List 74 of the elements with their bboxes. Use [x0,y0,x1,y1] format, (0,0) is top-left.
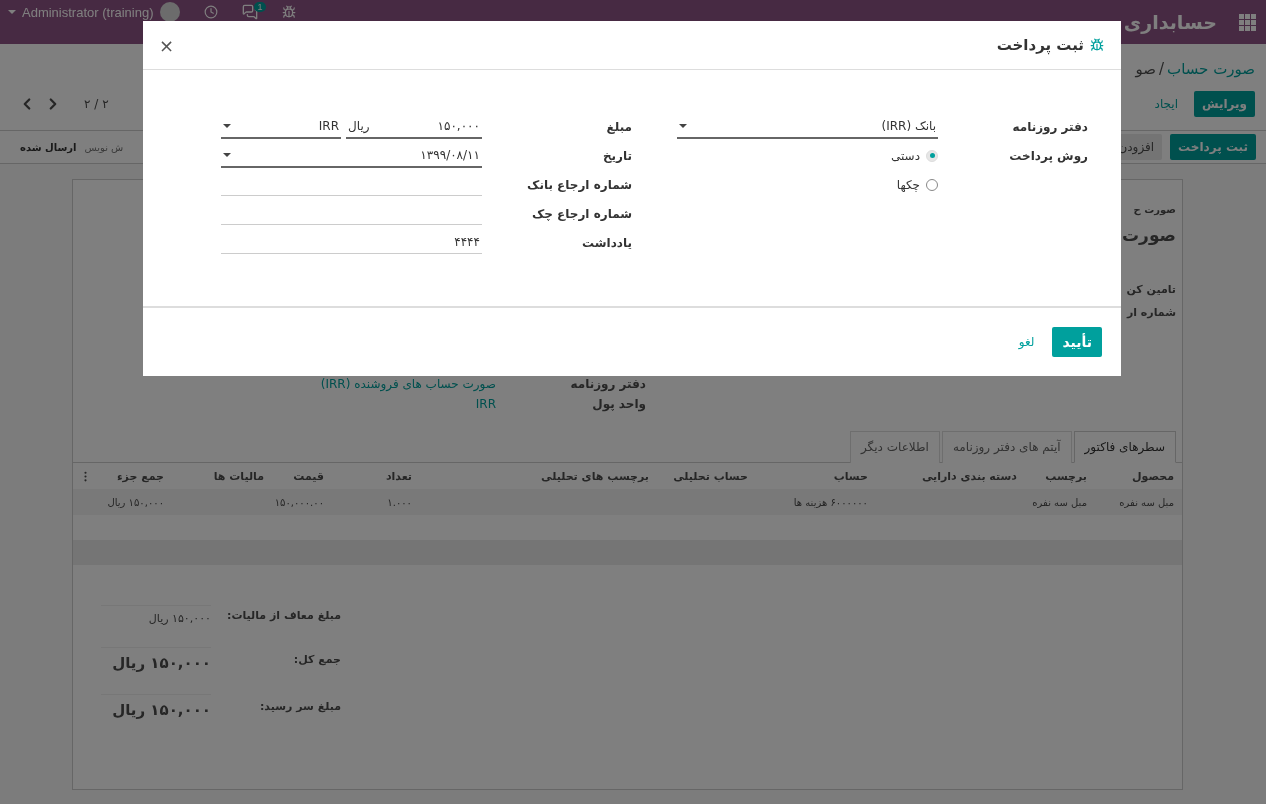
total-value: ۱۵۰,۰۰۰ ریال [101,647,211,672]
field-label: تاریخ [601,148,632,163]
table-cell-text: ۶۰۰۰۰۰۰ هزینه ها [792,496,869,508]
table-cell-text: ۱.۰۰۰ [386,496,413,508]
status-stage[interactable]: ش نویس [84,141,124,153]
column-header[interactable]: برچسب [1025,469,1095,483]
field-label: دفتر روزنامه [1011,119,1088,134]
apps-grid-icon[interactable] [1239,13,1256,31]
table-cell-text: ۱۵۰,۰۰۰ ریال [106,496,165,508]
table-cell-text: مبل سه نفره [1118,496,1175,508]
total-value: ۱۵۰,۰۰۰ ریال [101,605,211,625]
caret-icon [223,152,231,157]
column-header[interactable]: مالیات ها [172,469,272,483]
field-label: دفتر روزنامه [569,377,646,391]
column-header[interactable]: دسته بندی دارایی [876,469,1025,483]
cancel-button[interactable]: لغو [1010,329,1043,355]
total-label: جمع کل: [292,653,341,666]
breadcrumb-item[interactable]: صورت حساب [1167,60,1255,78]
edit-button[interactable]: ویرایش [1194,91,1255,117]
bug-icon[interactable] [1090,38,1104,52]
user-avatar[interactable] [159,2,180,22]
record-title: صورت [1122,225,1176,245]
radio-button[interactable] [926,178,938,191]
breadcrumb-item: صو [1135,60,1156,78]
column-header[interactable]: حساب تحلیلی [657,469,756,483]
create-button[interactable]: ایجاد [1146,91,1186,117]
total-label: مبلغ سر رسید: [258,700,341,713]
column-header[interactable]: حساب [756,469,876,483]
notebook-tab[interactable]: اطلاعات دیگر [850,431,940,463]
column-header[interactable]: محصول [1095,469,1182,483]
message-count: 1 [254,2,266,12]
notebook-tab[interactable]: سطرهای فاکتور [1073,431,1176,463]
field-label: شماره ارجاع بانک [526,177,632,192]
column-header[interactable]: برچسب های تحلیلی [420,469,657,483]
caret-icon [8,10,16,14]
app-brand[interactable]: حسابداری [1123,11,1217,33]
field-label: واحد پول [591,397,646,411]
confirm-button[interactable]: تأیید [1052,327,1102,357]
field-link[interactable]: IRR [316,397,496,411]
total-label: مبلغ معاف از مالیات: [226,608,341,622]
field-label: روش پرداخت [1008,148,1088,163]
bug-icon[interactable] [281,5,296,19]
field-label: شماره ارجاع چک [531,206,632,221]
field-label: مبلغ [605,119,632,134]
currency-select[interactable]: IRR [221,114,341,139]
date-field[interactable]: ۱۳۹۹/۰۸/۱۱ [221,143,482,168]
breadcrumb-separator: / [1158,60,1165,78]
user-name[interactable]: Administrator (training) [22,4,154,20]
clock-icon[interactable] [203,5,218,19]
status-action-button[interactable]: ثبت پرداخت [1170,134,1256,160]
notebook-tab[interactable]: آیتم های دفتر روزنامه [941,431,1072,463]
caret-icon [679,123,687,128]
chat-icon[interactable] [241,4,258,20]
column-header[interactable]: جمع جزء [92,469,172,483]
radio-option[interactable]: دستی [677,148,938,163]
pager-value: ۲ / ۲ [84,97,109,111]
field-label: شماره ار [1126,306,1176,319]
journal-select[interactable]: بانک (IRR) [677,114,938,139]
input-field[interactable]: ۴۴۴۴ [221,231,482,254]
field-link[interactable]: صورت حساب های فروشنده (IRR) [316,377,496,391]
column-header[interactable]: تعداد [332,469,420,483]
table-cell-text: مبل سه نفره [1031,496,1088,508]
dialog-title: ثبت پرداخت [996,36,1084,54]
field-label: یادداشت [581,235,632,250]
amount-field[interactable]: ۱۵۰,۰۰۰ ریال [346,114,482,139]
caret-icon [223,123,231,128]
total-value: ۱۵۰,۰۰۰ ریال [101,694,211,719]
status-stage[interactable]: ارسال شده [20,141,77,153]
column-header[interactable]: قیمت [272,469,332,483]
field-label: تامین کن [1126,283,1176,296]
radio-option[interactable]: چکها [677,177,938,192]
table-cell-text: ۱۵۰,۰۰۰.۰۰ [273,496,325,508]
record-subtitle: صورت ح [1133,204,1176,215]
close-button[interactable]: × [155,34,179,56]
